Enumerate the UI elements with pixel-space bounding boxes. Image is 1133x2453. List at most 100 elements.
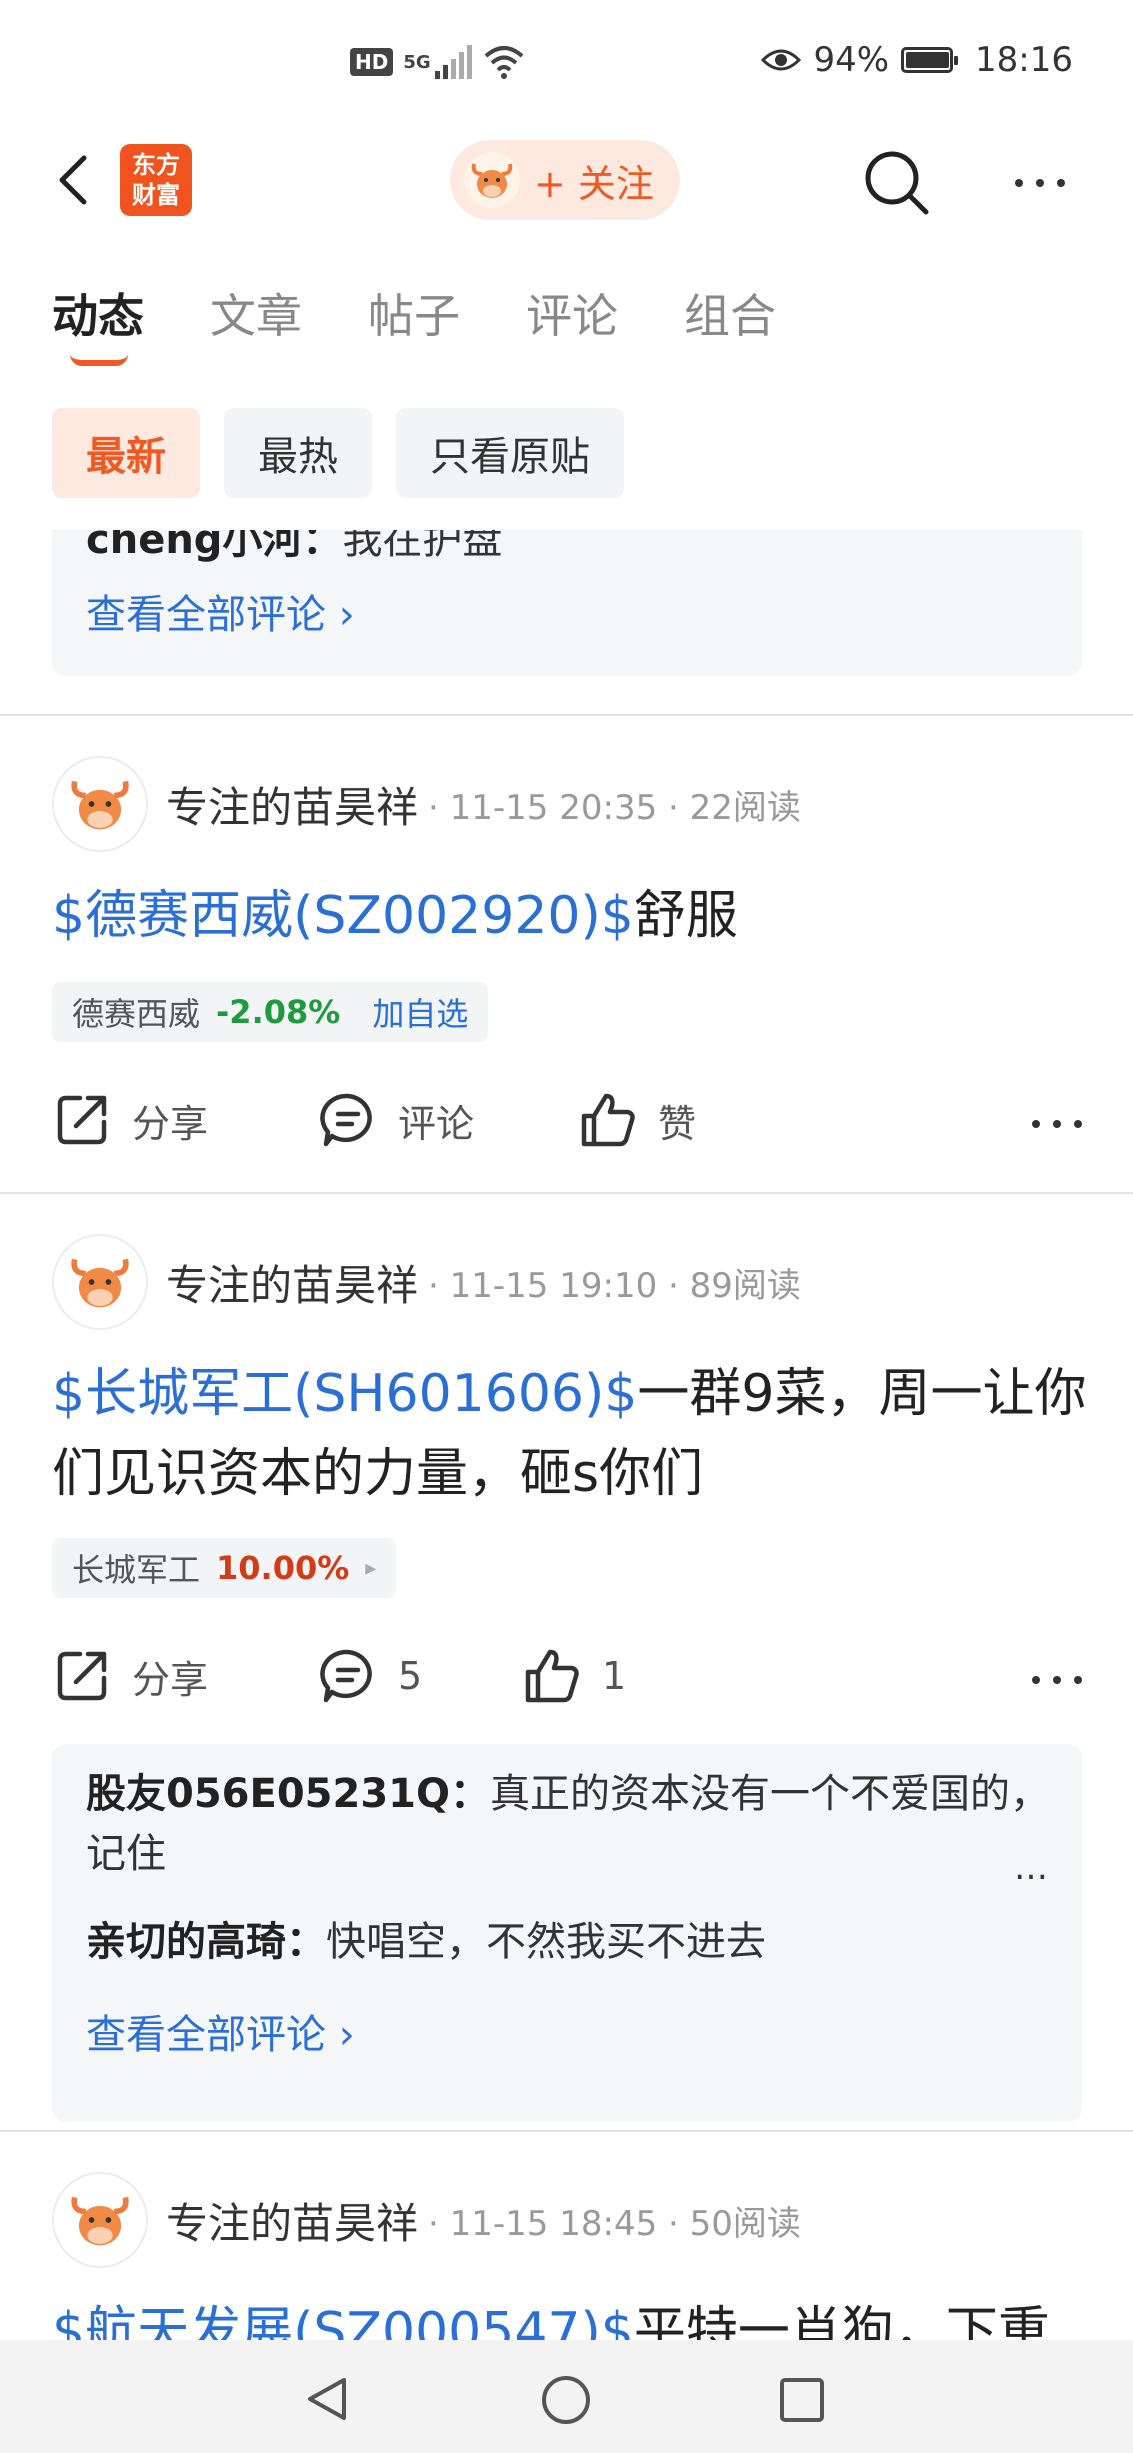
tab-articles[interactable]: 文章 [210, 280, 302, 346]
add-watchlist-button[interactable]: 加自选 [372, 989, 468, 1035]
status-bar: HD 5G 94% 18:16 [0, 0, 1133, 120]
post-body[interactable]: $德赛西威(SZ002920)$舒服 [52, 876, 1092, 956]
divider [0, 1192, 1133, 1194]
comment-author[interactable]: 股友056E05231Q： [86, 1771, 490, 1817]
feed-list[interactable]: cheng小河：我在护盘 查看全部评论 › 专注的苗昊祥 · 11-15 20:… [0, 530, 1133, 2340]
share-button[interactable]: 分享 [52, 1090, 208, 1150]
back-button[interactable] [48, 150, 108, 210]
more-menu-icon[interactable] [1005, 168, 1075, 198]
comment-count: 5 [398, 1654, 423, 1698]
like-button[interactable]: 1 [522, 1646, 626, 1706]
tab-posts[interactable]: 帖子 [368, 280, 460, 346]
bull-avatar-icon[interactable] [52, 2172, 148, 2268]
battery-percent: 94% [813, 40, 890, 80]
comment-preview-box[interactable]: 股友056E05231Q：真正的资本没有一个不爱国的，记住 … 亲切的高琦：快唱… [52, 1744, 1082, 2122]
filter-hottest[interactable]: 最热 [224, 408, 372, 498]
tab-portfolio[interactable]: 组合 [684, 280, 776, 346]
app-header: 东方 财富 + 关注 [0, 120, 1133, 240]
share-icon [57, 1095, 107, 1145]
status-right: 94% 18:16 [761, 40, 1073, 80]
active-tab-indicator [70, 354, 128, 366]
stock-link[interactable]: $德赛西威(SZ002920)$ [52, 886, 634, 946]
comment-button[interactable]: 5 [318, 1646, 422, 1706]
status-left: HD 5G [350, 44, 526, 80]
tab-dynamics[interactable]: 动态 [52, 280, 144, 366]
bull-avatar-icon[interactable] [52, 756, 148, 852]
stock-quote-chip[interactable]: 德赛西威 -2.08% 加自选 [52, 982, 489, 1042]
like-label: 赞 [658, 1101, 697, 1146]
nav-recents-icon[interactable] [778, 2376, 826, 2424]
post-author-row[interactable]: 专注的苗昊祥 · 11-15 20:35 · 22阅读 [52, 756, 801, 852]
stock-change: 10.00% [216, 1549, 350, 1587]
post-author-row[interactable]: 专注的苗昊祥 · 11-15 18:45 · 50阅读 [52, 2172, 801, 2268]
battery-icon [901, 47, 959, 73]
view-all-comments-link[interactable]: 查看全部评论 › [86, 582, 355, 640]
comment-label: 评论 [398, 1101, 475, 1146]
comment-text: 我在护盘 [342, 530, 503, 563]
post-more-icon[interactable] [1032, 1120, 1082, 1128]
comment-button[interactable]: 评论 [318, 1090, 474, 1150]
nav-back-icon[interactable] [302, 2374, 352, 2424]
comment-preview-box[interactable]: cheng小河：我在护盘 查看全部评论 › [52, 530, 1082, 676]
search-icon[interactable] [862, 148, 932, 218]
chevron-right-icon: ▸ [365, 1555, 377, 1581]
app-logo: 东方 财富 [120, 144, 192, 216]
divider [0, 2130, 1133, 2132]
post-text: 平特一肖狗，下重 [633, 2302, 1050, 2340]
tab-label: 文章 [210, 289, 302, 343]
stock-change: -2.08% [216, 993, 341, 1031]
share-label: 分享 [132, 1101, 209, 1146]
thumbs-up-icon [581, 1093, 635, 1147]
filter-latest[interactable]: 最新 [52, 408, 200, 498]
stock-link[interactable]: $长城军工(SH601606)$ [52, 1364, 637, 1424]
stock-name: 长城军工 [72, 1551, 201, 1589]
logo-line-1: 东方 [132, 151, 180, 179]
bull-avatar-icon[interactable] [52, 1234, 148, 1330]
post-body[interactable]: $航天发展(SZ000547)$平特一肖狗，下重 [52, 2292, 1092, 2340]
filter-chips: 最新 最热 只看原贴 [52, 408, 624, 498]
nav-home-icon[interactable] [540, 2374, 592, 2426]
post-author-row[interactable]: 专注的苗昊祥 · 11-15 19:10 · 89阅读 [52, 1234, 801, 1330]
filter-original-only[interactable]: 只看原贴 [396, 408, 624, 498]
comment-text: 快唱空，不然我买不进去 [326, 1919, 766, 1965]
comment-author[interactable]: 亲切的高琦： [86, 1919, 326, 1965]
tab-label: 帖子 [368, 289, 460, 343]
comment-icon [320, 1649, 372, 1703]
share-button[interactable]: 分享 [52, 1646, 208, 1706]
like-button[interactable]: 赞 [578, 1090, 696, 1150]
post-actions: 分享 评论 赞 [52, 1090, 1082, 1170]
expand-comment-marker[interactable]: … [1014, 1848, 1048, 1888]
post-meta: · 11-15 18:45 · 50阅读 [428, 2203, 801, 2244]
tab-comments[interactable]: 评论 [526, 280, 618, 346]
logo-line-2: 财富 [132, 181, 180, 209]
like-count: 1 [602, 1654, 627, 1698]
author-name[interactable]: 专注的苗昊祥 [166, 2190, 418, 2251]
post-text: 舒服 [633, 886, 738, 946]
comment-item: 亲切的高琦：快唱空，不然我买不进去 [86, 1912, 766, 1972]
comment-author[interactable]: cheng小河： [86, 530, 342, 563]
comment-item: cheng小河：我在护盘 [86, 530, 502, 570]
comment-item: 股友056E05231Q：真正的资本没有一个不爱国的，记住 [86, 1764, 1056, 1884]
network-label: 5G [403, 51, 431, 73]
author-name[interactable]: 专注的苗昊祥 [166, 774, 418, 835]
signal-icon [434, 45, 472, 79]
post-body[interactable]: $长城军工(SH601606)$一群9菜，周一让你们见识资本的力量，砸s你们 [52, 1354, 1092, 1514]
tab-label: 组合 [684, 289, 776, 343]
thumbs-up-icon [525, 1649, 579, 1703]
share-label: 分享 [132, 1657, 209, 1702]
clock: 18:16 [975, 40, 1073, 80]
view-all-comments-link[interactable]: 查看全部评论 › [86, 2002, 355, 2060]
post-more-icon[interactable] [1032, 1676, 1082, 1684]
comment-icon [320, 1093, 372, 1147]
tab-label: 评论 [526, 289, 618, 343]
stock-quote-chip[interactable]: 长城军工 10.00% ▸ [52, 1538, 397, 1598]
follow-label: + 关注 [534, 161, 654, 206]
wifi-icon [484, 46, 523, 79]
bull-avatar-icon [464, 152, 520, 208]
tab-label: 动态 [52, 289, 144, 343]
author-name[interactable]: 专注的苗昊祥 [166, 1252, 418, 1313]
follow-button[interactable]: + 关注 [450, 140, 680, 220]
divider [0, 714, 1133, 716]
stock-link[interactable]: $航天发展(SZ000547)$ [52, 2302, 634, 2340]
post-meta: · 11-15 20:35 · 22阅读 [428, 787, 801, 828]
